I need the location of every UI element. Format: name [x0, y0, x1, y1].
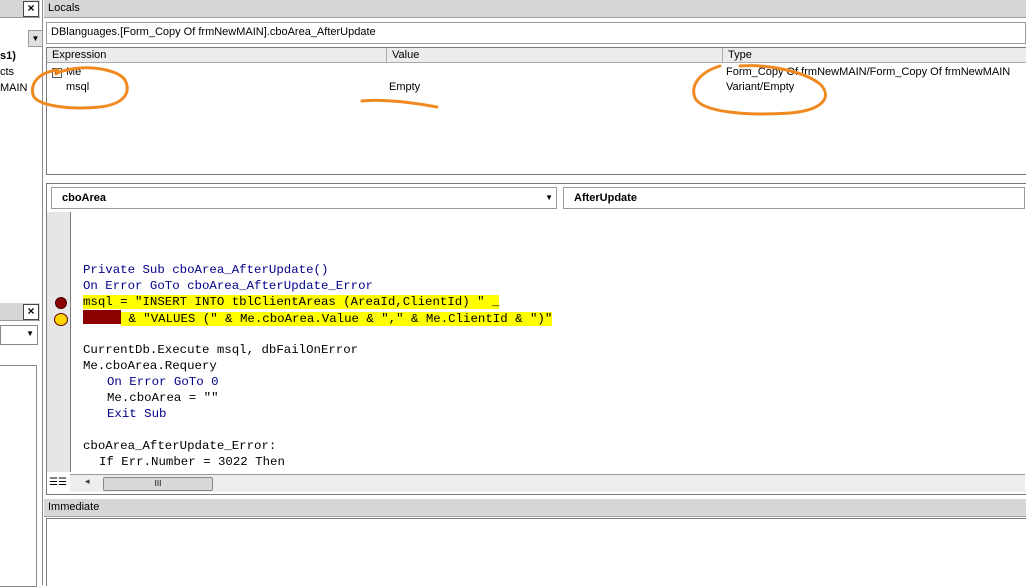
locals-titlebar: Locals	[44, 0, 1026, 18]
view-toggle-buttons[interactable]: ☰☰	[49, 474, 69, 491]
code-window[interactable]: cboArea ▼ AfterUpdate Private Sub cboAre…	[46, 183, 1026, 495]
local-value[interactable]: Empty	[389, 81, 420, 93]
current-statement-arrow-icon[interactable]	[54, 313, 68, 326]
code-line[interactable]: Private Sub cboArea_AfterUpdate()	[83, 262, 328, 278]
breakpoint-highlight: msql = "INSERT INTO tblClientAreas (Area…	[83, 295, 500, 309]
procedure-combo[interactable]: AfterUpdate	[563, 187, 1025, 209]
scroll-thumb[interactable]: III	[103, 477, 213, 491]
code-line-current[interactable]: & "VALUES (" & Me.cboArea.Value & "," & …	[83, 310, 553, 327]
procedure-view-icon[interactable]: ☰	[49, 477, 58, 488]
properties-close-button[interactable]: ×	[23, 304, 39, 320]
project-tree-item[interactable]: cts	[0, 66, 40, 79]
code-line[interactable]: Exit Sub	[107, 406, 167, 422]
object-combo-value: cboArea	[62, 192, 107, 204]
code-line[interactable]: cboArea_AfterUpdate_Error:	[83, 438, 276, 454]
chevron-down-icon[interactable]: ▼	[545, 188, 553, 208]
code-line[interactable]: On Error GoTo 0	[107, 374, 219, 390]
properties-grid[interactable]	[0, 365, 37, 587]
code-line-breakpoint[interactable]: msql = "INSERT INTO tblClientAreas (Area…	[83, 294, 500, 310]
code-line[interactable]: On Error GoTo cboArea_AfterUpdate_Error	[83, 278, 373, 294]
breakpoint-marker-block	[83, 310, 121, 324]
breakpoint-icon[interactable]	[55, 297, 67, 309]
column-header-value[interactable]: Value	[387, 48, 723, 63]
immediate-title: Immediate	[48, 501, 100, 513]
locals-context-path[interactable]: DBlanguages.[Form_Copy Of frmNewMAIN].cb…	[46, 22, 1026, 44]
column-header-expression[interactable]: Expression	[47, 48, 387, 63]
horizontal-scrollbar[interactable]: ◂ III	[70, 474, 1025, 492]
full-module-view-icon[interactable]: ☰	[58, 477, 67, 488]
locals-context-label: DBlanguages.[Form_Copy Of frmNewMAIN].cb…	[51, 26, 376, 38]
expand-icon[interactable]: +	[52, 68, 62, 78]
chevron-down-icon: ▼	[26, 329, 34, 338]
immediate-titlebar: Immediate	[44, 499, 1026, 517]
local-type: Variant/Empty	[726, 81, 795, 93]
project-tree-item[interactable]: MAIN	[0, 82, 40, 95]
local-expression[interactable]: Me	[66, 66, 81, 78]
project-close-button[interactable]: ×	[23, 1, 39, 17]
code-line[interactable]: Me.cboArea.Requery	[83, 358, 217, 374]
local-expression[interactable]: msql	[66, 81, 89, 93]
column-header-type[interactable]: Type	[723, 48, 1026, 63]
locals-title: Locals	[48, 2, 80, 14]
local-type: Form_Copy Of frmNewMAIN/Form_Copy Of frm…	[726, 66, 1011, 78]
project-tree-item[interactable]: s1)	[0, 50, 40, 63]
current-line-highlight: & "VALUES (" & Me.cboArea.Value & "," & …	[128, 312, 553, 326]
locals-grid[interactable]: Expression Value Type + Me Form_Copy Of …	[46, 47, 1026, 175]
procedure-combo-value: AfterUpdate	[574, 192, 637, 204]
scroll-left-icon[interactable]: ◂	[85, 476, 90, 487]
properties-object-combo[interactable]: ▼	[0, 325, 38, 345]
code-line[interactable]: If Err.Number = 3022 Then	[99, 454, 285, 470]
project-toolbar-dropdown-icon[interactable]: ▼	[28, 30, 43, 47]
immediate-input[interactable]	[46, 518, 1026, 586]
code-line[interactable]: CurrentDb.Execute msql, dbFailOnError	[83, 342, 358, 358]
object-combo[interactable]: cboArea ▼	[51, 187, 557, 209]
code-line[interactable]: Me.cboArea = ""	[107, 390, 219, 406]
margin-indicator-bar[interactable]	[47, 212, 71, 472]
